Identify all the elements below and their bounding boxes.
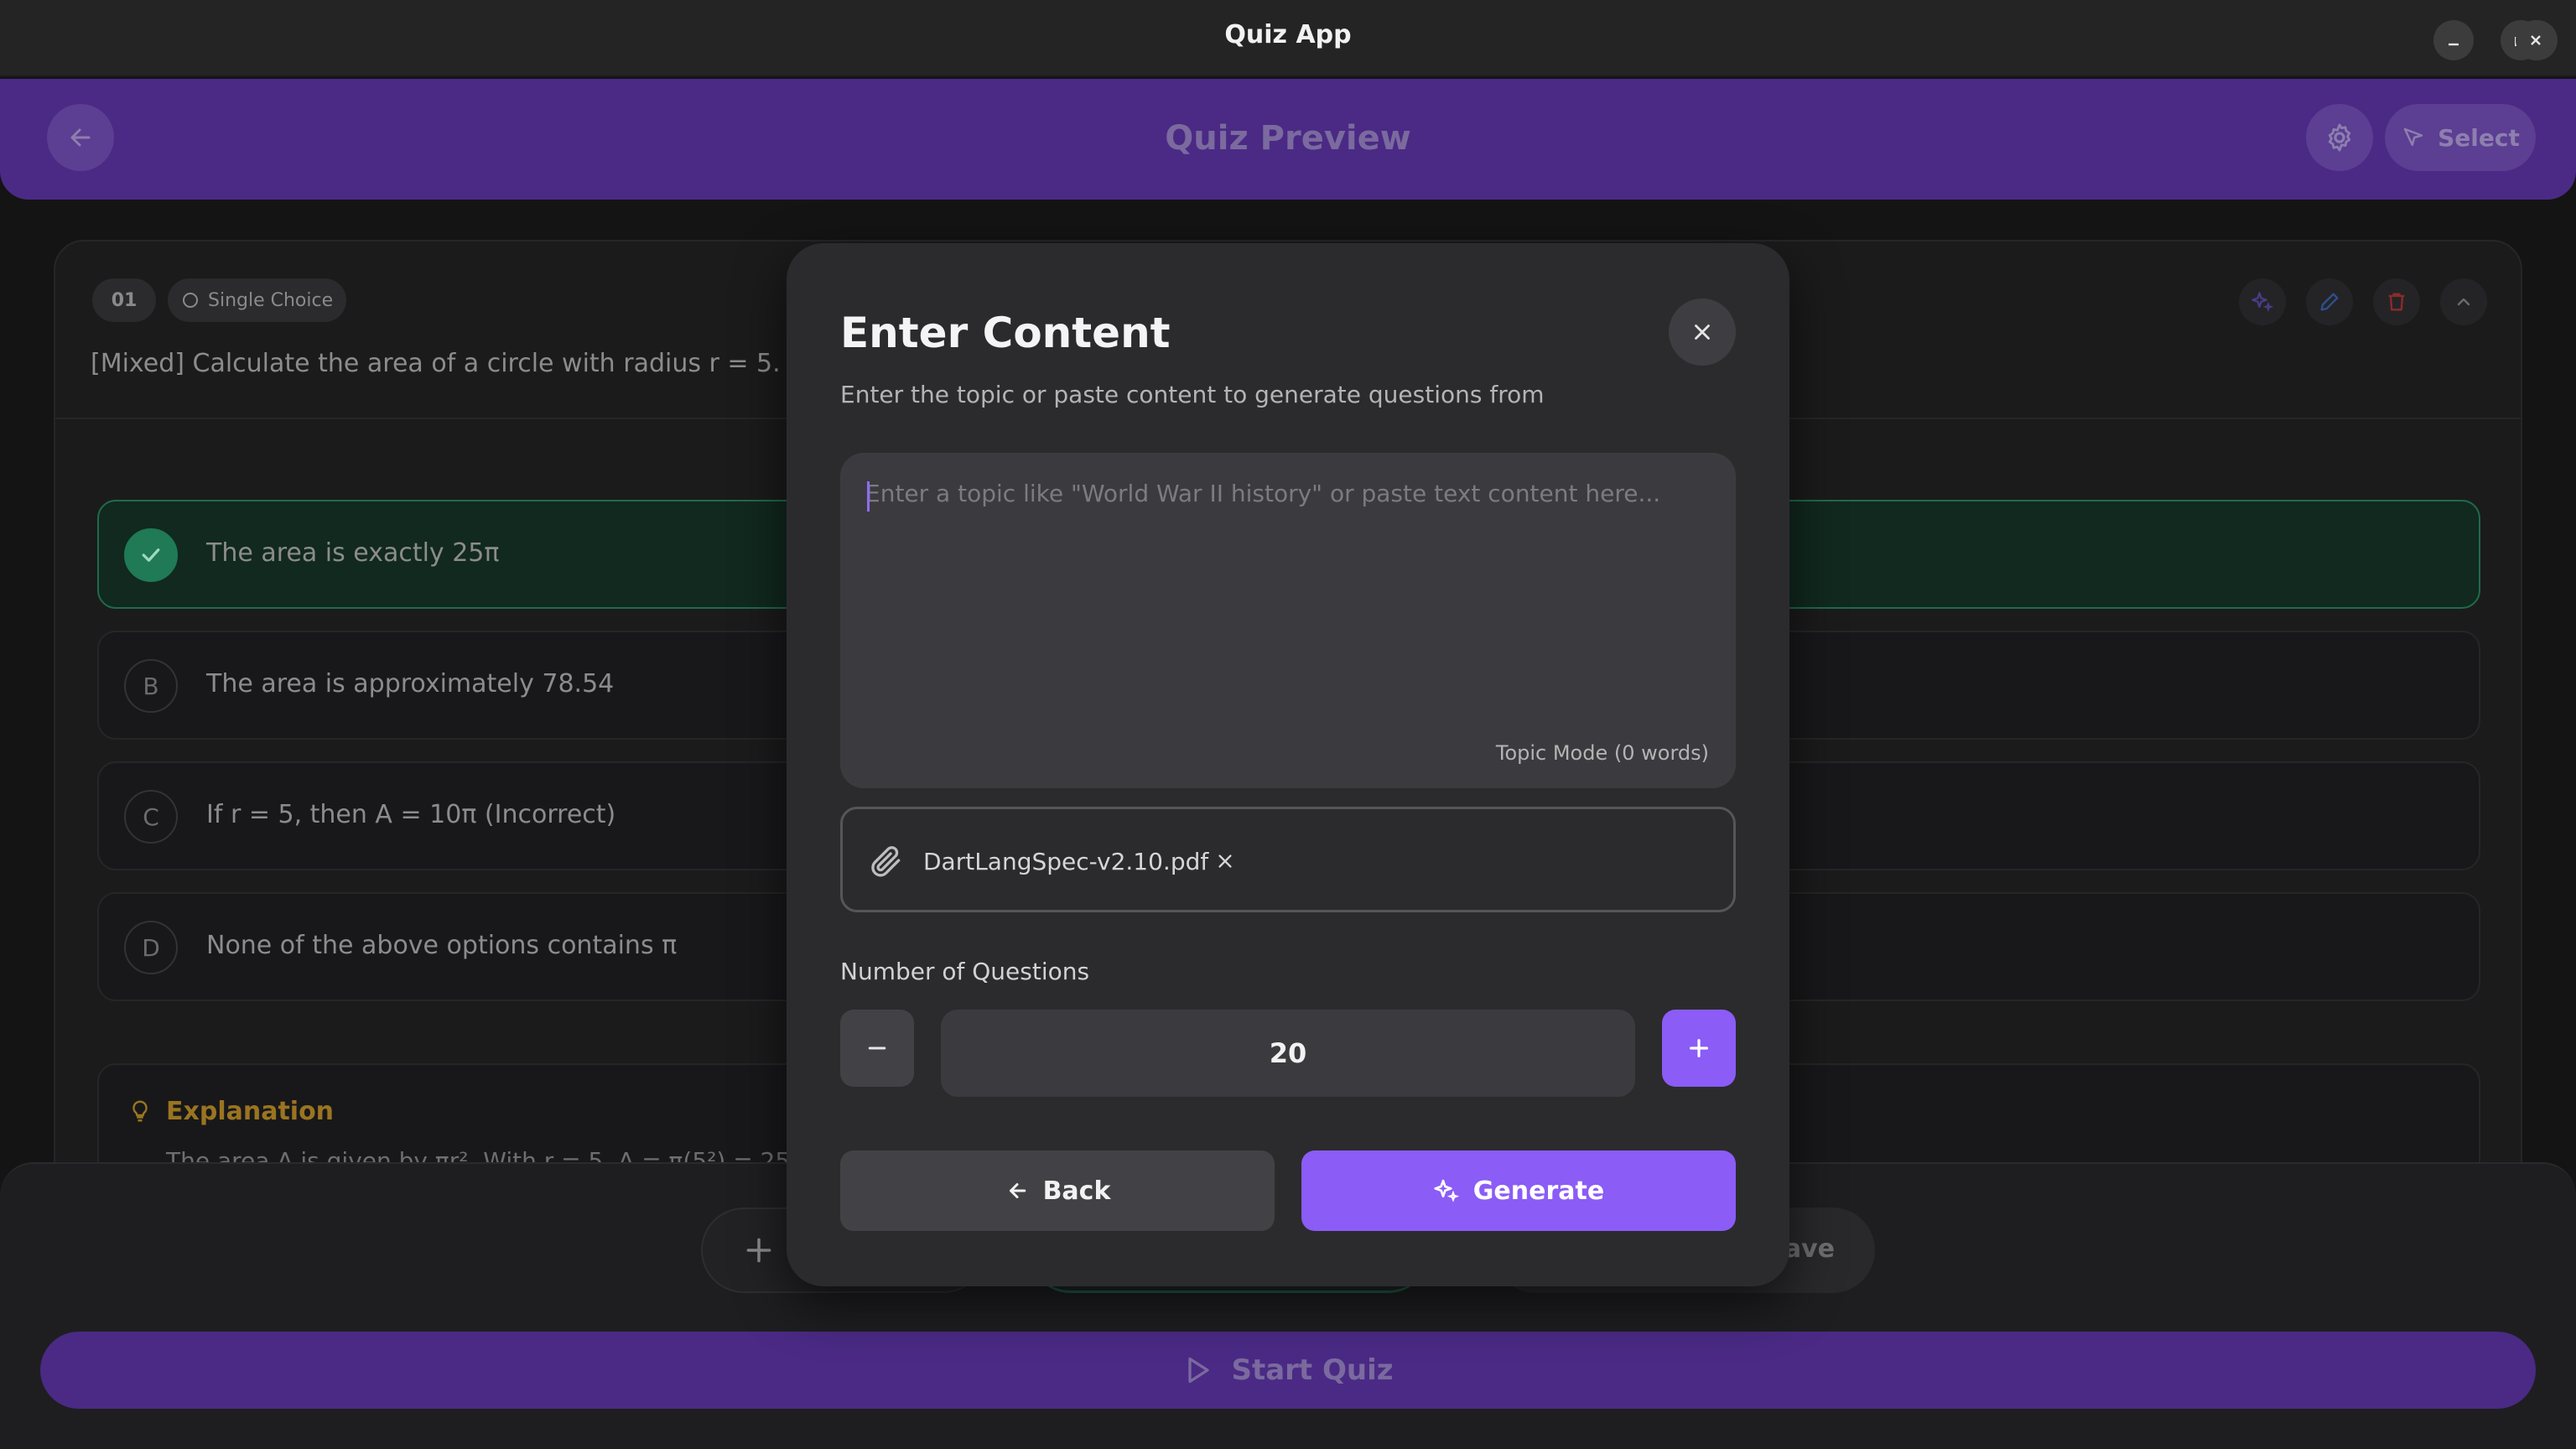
start-quiz-button[interactable]: Start Quiz	[40, 1332, 2536, 1409]
play-icon	[1188, 1357, 1210, 1384]
settings-button[interactable]	[2306, 104, 2373, 171]
paperclip-icon	[871, 846, 901, 877]
plus-icon	[1690, 1039, 1708, 1057]
select-button[interactable]: Select	[2385, 104, 2536, 171]
ai-improve-button[interactable]	[2239, 278, 2286, 325]
trash-icon	[2388, 293, 2405, 311]
dialog-subtitle: Enter the topic or paste content to gene…	[840, 381, 1545, 408]
edit-question-button[interactable]	[2306, 278, 2353, 325]
mode-word-count: Topic Mode (0 words)	[1495, 741, 1709, 765]
check-icon	[142, 548, 160, 562]
option-text: The area is exactly 25π	[206, 538, 500, 568]
increase-questions-button[interactable]	[1662, 1010, 1736, 1087]
close-icon	[1218, 854, 1232, 868]
questions-count-field[interactable]: 20	[941, 1010, 1635, 1097]
gear-icon	[2328, 123, 2351, 152]
close-icon	[2531, 35, 2541, 45]
chevron-up-icon	[2457, 298, 2470, 306]
sparkles-icon	[1434, 1179, 1459, 1202]
decrease-questions-button[interactable]	[840, 1010, 914, 1087]
content-textarea-container: Topic Mode (0 words)	[840, 453, 1736, 788]
option-letter: C	[124, 790, 178, 844]
delete-question-button[interactable]	[2373, 278, 2420, 325]
minus-icon	[868, 1046, 886, 1050]
attached-file: DartLangSpec-v2.10.pdf	[840, 807, 1736, 912]
remove-file-button[interactable]	[1210, 846, 1240, 876]
explanation-title: Explanation	[166, 1097, 335, 1126]
arrow-left-icon	[1009, 1183, 1026, 1198]
radio-circle-icon	[183, 293, 198, 308]
dialog-title: Enter Content	[840, 309, 1171, 357]
minimize-button[interactable]	[2433, 20, 2474, 60]
plus-icon	[746, 1238, 771, 1263]
pencil-icon	[2320, 293, 2339, 311]
option-letter: D	[124, 921, 178, 974]
app-header: Quiz Preview Select	[0, 79, 2576, 200]
close-icon	[1695, 325, 1710, 340]
page-title: Quiz Preview	[1165, 119, 1411, 158]
content-input[interactable]	[865, 480, 1704, 731]
cursor-pointer-icon	[2403, 127, 2423, 146]
question-text: [Mixed] Calculate the area of a circle w…	[91, 349, 836, 378]
option-text: If r = 5, then A = 10π (Incorrect)	[206, 800, 616, 829]
start-quiz-label: Start Quiz	[1231, 1353, 1394, 1387]
option-letter: B	[124, 659, 178, 713]
back-label: Back	[1042, 1176, 1111, 1206]
option-text: The area is approximately 78.54	[206, 669, 615, 699]
question-number-badge: 01	[92, 278, 156, 322]
window-titlebar: Quiz App	[0, 0, 2576, 77]
correct-check-badge	[124, 528, 178, 582]
sparkles-icon	[2251, 292, 2274, 313]
question-type-badge: Single Choice	[168, 278, 347, 322]
collapse-question-button[interactable]	[2440, 278, 2487, 325]
text-caret	[867, 481, 870, 512]
file-name: DartLangSpec-v2.10.pdf	[923, 848, 1209, 875]
select-label: Select	[2438, 123, 2520, 152]
dialog-close-button[interactable]	[1669, 299, 1736, 366]
back-button[interactable]: Back	[840, 1150, 1275, 1231]
generate-label: Generate	[1472, 1176, 1605, 1206]
lightbulb-icon	[132, 1100, 148, 1122]
window-close-button[interactable]	[2516, 20, 2556, 60]
generate-button[interactable]: Generate	[1301, 1150, 1736, 1231]
number-of-questions-label: Number of Questions	[840, 958, 1090, 985]
minimize-icon	[2449, 43, 2459, 46]
window-title: Quiz App	[1224, 20, 1352, 49]
enter-content-dialog: Enter Content Enter the topic or paste c…	[787, 243, 1789, 1286]
option-text: None of the above options contains π	[206, 931, 678, 960]
question-type-label: Single Choice	[208, 289, 334, 311]
